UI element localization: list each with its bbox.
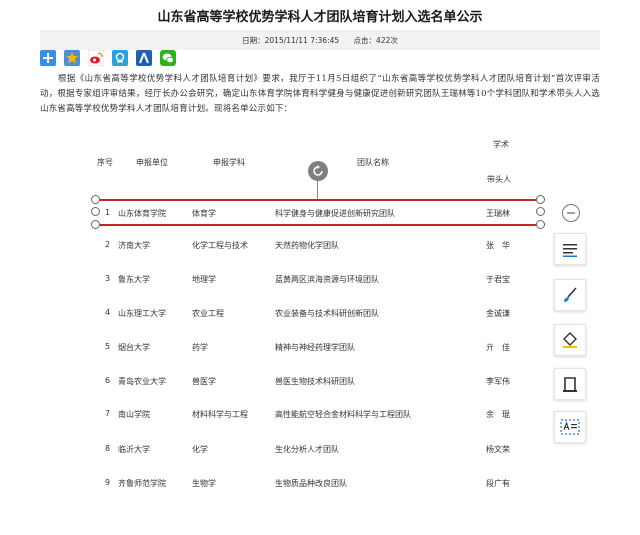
row-team: 生物质品种改良团队 bbox=[275, 479, 347, 488]
row-leader: 王瑞林 bbox=[486, 209, 510, 218]
row-index: 7 bbox=[105, 409, 111, 418]
row-leader: 张 华 bbox=[486, 241, 510, 250]
row-discipline: 药学 bbox=[192, 343, 208, 352]
row-unit: 齐鲁师范学院 bbox=[118, 479, 166, 488]
row-index: 5 bbox=[105, 342, 111, 351]
row-team: 天然药物化学团队 bbox=[275, 241, 339, 250]
selection-handle-top-right[interactable] bbox=[536, 195, 545, 204]
selection-handle-middle-right[interactable] bbox=[536, 207, 545, 216]
collapse-button[interactable] bbox=[562, 204, 580, 222]
views-label: 点击： bbox=[353, 36, 377, 45]
row-index: 3 bbox=[105, 274, 111, 283]
row-team: 蓝黄两区滨海资源与环境团队 bbox=[275, 275, 379, 284]
selection-bottom-edge bbox=[97, 224, 540, 226]
article-page: 山东省高等学校优势学科人才团队培育计划入选名单公示 日期：2015/11/11 … bbox=[0, 0, 640, 535]
header-team: 团队名称 bbox=[357, 158, 389, 167]
row-unit: 山东理工大学 bbox=[118, 309, 166, 318]
header-discipline: 申报学科 bbox=[213, 158, 245, 167]
row-unit: 临沂大学 bbox=[118, 445, 150, 454]
rotate-handle[interactable] bbox=[308, 161, 328, 181]
row-index: 1 bbox=[105, 208, 111, 217]
row-leader: 金诚谦 bbox=[486, 309, 510, 318]
row-leader: 李军伟 bbox=[486, 377, 510, 386]
views-value: 422次 bbox=[376, 36, 398, 45]
date-label: 日期： bbox=[242, 36, 265, 45]
fill-tool-button[interactable] bbox=[554, 324, 586, 356]
row-discipline: 地理学 bbox=[192, 275, 216, 284]
row-team: 农业装备与技术科研创新团队 bbox=[275, 309, 379, 318]
row-leader: 杨文荣 bbox=[486, 445, 510, 454]
add-share-icon[interactable] bbox=[40, 50, 56, 66]
intro-paragraph: 根据《山东省高等学校优势学科人才团队培育计划》要求，我厅于11月5日组织了“山东… bbox=[40, 74, 600, 114]
wechat-icon[interactable] bbox=[160, 50, 176, 66]
row-team: 精神与神经药理学团队 bbox=[275, 343, 355, 352]
row-discipline: 体育学 bbox=[192, 209, 216, 218]
brush-tool-button[interactable] bbox=[554, 279, 586, 311]
selection-handle-bottom-left[interactable] bbox=[91, 220, 100, 229]
weibo-icon[interactable] bbox=[88, 50, 104, 66]
text-style-tool-button[interactable] bbox=[554, 233, 586, 265]
row-team: 高性能航空轻合金材料科学与工程团队 bbox=[275, 410, 411, 419]
header-leader-line1: 学术 bbox=[493, 140, 509, 149]
share-bar bbox=[40, 50, 176, 66]
selection-top-edge bbox=[97, 199, 540, 201]
row-discipline: 兽医学 bbox=[192, 377, 216, 386]
row-leader: 于君宝 bbox=[486, 275, 510, 284]
row-leader: 段广有 bbox=[486, 479, 510, 488]
row-index: 9 bbox=[105, 478, 111, 487]
ocr-tool-button[interactable] bbox=[554, 411, 586, 443]
header-leader-line2: 带头人 bbox=[487, 175, 511, 184]
row-index: 2 bbox=[105, 240, 111, 249]
brush-icon bbox=[564, 287, 577, 302]
row-team: 兽医生物技术科研团队 bbox=[275, 377, 355, 386]
row-leader: 亓 佳 bbox=[486, 343, 510, 352]
renren-icon[interactable] bbox=[136, 50, 152, 66]
selection-handle-middle-left[interactable] bbox=[91, 207, 100, 216]
row-discipline: 农业工程 bbox=[192, 309, 224, 318]
border-tool-button[interactable] bbox=[554, 368, 586, 400]
row-unit: 山东体育学院 bbox=[118, 209, 166, 218]
minus-icon bbox=[567, 212, 575, 214]
row-unit: 济南大学 bbox=[118, 241, 150, 250]
row-discipline: 化学 bbox=[192, 445, 208, 454]
rotate-stem bbox=[317, 181, 318, 199]
paint-bucket-icon bbox=[563, 332, 577, 348]
rotate-icon bbox=[313, 165, 323, 176]
text-recognition-icon bbox=[560, 419, 580, 435]
qzone-icon[interactable] bbox=[64, 50, 80, 66]
date-value: 2015/11/11 7:36:45 bbox=[264, 36, 340, 45]
selection-handle-top-left[interactable] bbox=[91, 195, 100, 204]
row-unit: 烟台大学 bbox=[118, 343, 150, 352]
row-discipline: 化学工程与技术 bbox=[192, 241, 248, 250]
header-index: 序号 bbox=[97, 158, 113, 167]
selection-handle-bottom-right[interactable] bbox=[536, 220, 545, 229]
row-leader: 余 琨 bbox=[486, 410, 510, 419]
row-index: 4 bbox=[105, 308, 111, 317]
row-unit: 鲁东大学 bbox=[118, 275, 150, 284]
row-discipline: 生物学 bbox=[192, 479, 216, 488]
article-meta-bar: 日期：2015/11/11 7:36:45 点击：422次 bbox=[40, 30, 600, 50]
text-lines-icon bbox=[563, 244, 577, 257]
frame-icon bbox=[563, 377, 577, 392]
row-team: 生化分析人才团队 bbox=[275, 445, 339, 454]
row-index: 6 bbox=[105, 376, 111, 385]
row-unit: 青岛农业大学 bbox=[118, 377, 166, 386]
row-team: 科学健身与健康促进创新研究团队 bbox=[275, 209, 395, 218]
row-discipline: 材料科学与工程 bbox=[192, 410, 248, 419]
page-title: 山东省高等学校优势学科人才团队培育计划入选名单公示 bbox=[157, 10, 483, 25]
row-index: 8 bbox=[105, 444, 111, 453]
header-unit: 申报单位 bbox=[136, 158, 168, 167]
tencent-weibo-icon[interactable] bbox=[112, 50, 128, 66]
row-unit: 南山学院 bbox=[118, 410, 150, 419]
